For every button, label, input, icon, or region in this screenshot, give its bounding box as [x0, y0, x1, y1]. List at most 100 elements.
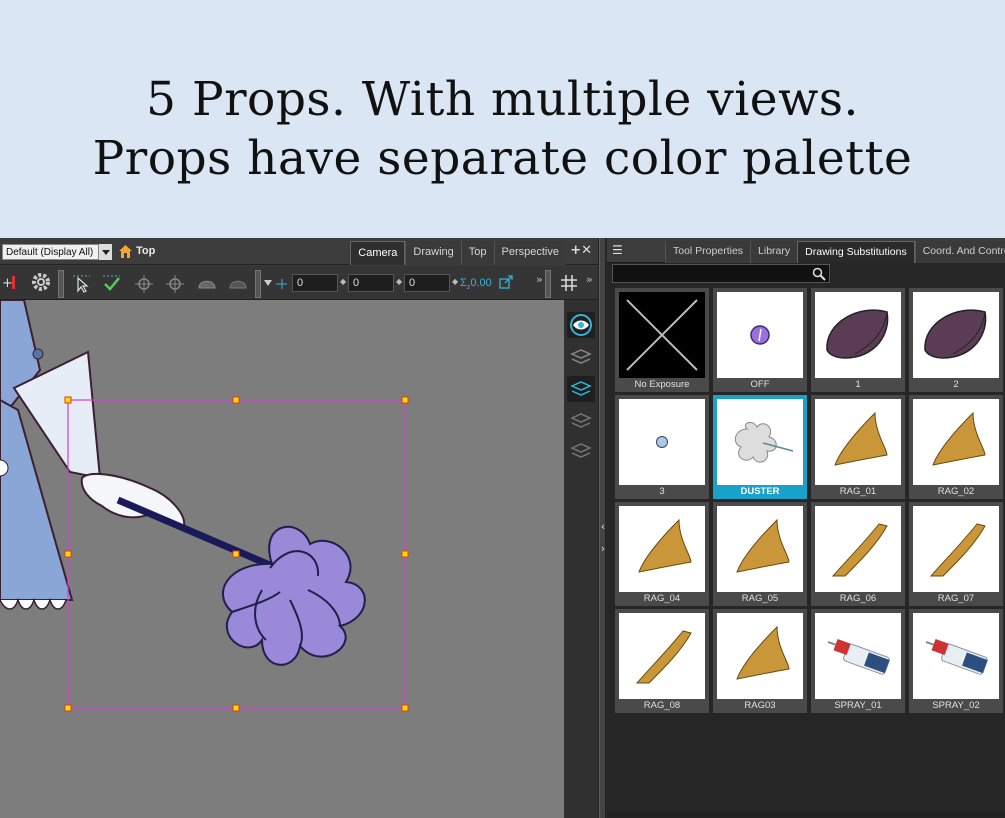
tab-drawing-substitutions[interactable]: Drawing Substitutions: [797, 241, 915, 263]
rag-thin-thumbnail[interactable]: [619, 613, 705, 699]
toolbar-overflow-icon[interactable]: »: [536, 273, 543, 286]
drawing-item-label: RAG_01: [839, 486, 877, 497]
drawing-item[interactable]: SPRAY_02: [909, 609, 1003, 713]
search-input[interactable]: [612, 264, 830, 283]
x-icon-thumbnail[interactable]: [619, 292, 705, 378]
drawing-item[interactable]: SPRAY_01: [811, 609, 905, 713]
z-spinner-icon[interactable]: ◆: [452, 277, 458, 286]
camera-view-panel: Default (Display All) Top Camera Drawing…: [0, 238, 598, 818]
gear-icon[interactable]: [31, 272, 51, 292]
spray-thumbnail[interactable]: [815, 613, 901, 699]
drawing-item[interactable]: RAG_04: [615, 502, 709, 606]
drawing-item[interactable]: RAG03: [713, 609, 807, 713]
drawing-item-label: RAG03: [744, 700, 776, 711]
tab-tool-properties[interactable]: Tool Properties: [665, 241, 751, 263]
drawing-item[interactable]: RAG_02: [909, 395, 1003, 499]
rag-thin-thumbnail[interactable]: [913, 506, 999, 592]
x-position-field[interactable]: 0: [292, 274, 338, 292]
select-tool-icon[interactable]: [72, 274, 92, 294]
layers-icon-l[interactable]: [567, 376, 595, 402]
caption-banner: 5 Props. With multiple views. Props have…: [0, 0, 1005, 238]
apply-check-icon[interactable]: [102, 274, 122, 294]
drawing-item-label: 2: [953, 379, 959, 390]
tab-library[interactable]: Library: [750, 241, 798, 263]
tab-coord-and-control[interactable]: Coord. And Control: [914, 241, 1005, 263]
drawing-substitutions-panel: ☰ Tool Properties Library Drawing Substi…: [607, 238, 1005, 818]
drawing-item-label: 3: [659, 486, 665, 497]
search-icon[interactable]: [812, 267, 826, 281]
caption-line-1: 5 Props. With multiple views.: [146, 72, 859, 127]
drawing-item-label: DUSTER: [740, 486, 780, 497]
eye-icon[interactable]: [567, 312, 595, 338]
rag-thumbnail[interactable]: [913, 399, 999, 485]
duster-thumbnail[interactable]: [717, 399, 803, 485]
view-name-label: Top: [136, 245, 156, 257]
layers-icon-u[interactable]: [567, 438, 595, 464]
display-dropdown[interactable]: Default (Display All): [2, 244, 112, 260]
snap-icon[interactable]: [165, 274, 185, 294]
tab-top[interactable]: Top: [460, 241, 494, 265]
y-position-field[interactable]: 0: [348, 274, 394, 292]
tab-camera[interactable]: Camera: [350, 241, 406, 265]
lock-aspect-icon[interactable]: [498, 274, 514, 290]
z-depth-number: 0.00: [470, 277, 492, 289]
caption-line-2: Props have separate color palette: [92, 131, 913, 186]
onion-skin-icon[interactable]: [196, 274, 218, 294]
add-close-view-icon[interactable]: +✕: [570, 243, 592, 258]
drawing-item-label: RAG_08: [643, 700, 681, 711]
tab-drawing[interactable]: Drawing: [405, 241, 461, 265]
view-tabs: Camera Drawing Top Perspective: [350, 241, 566, 265]
rag-thumbnail[interactable]: [619, 506, 705, 592]
drawing-item-label: RAG_06: [839, 593, 877, 604]
home-icon[interactable]: [118, 244, 133, 259]
drawing-canvas[interactable]: [0, 300, 564, 818]
collapse-right-icon[interactable]: ›: [599, 542, 607, 556]
grid-icon[interactable]: [560, 274, 578, 292]
y-spinner-icon[interactable]: ◆: [396, 277, 402, 286]
drawing-item[interactable]: 2: [909, 288, 1003, 392]
panel-menu-icon[interactable]: ☰: [612, 243, 623, 257]
drawing-item-label: RAG_07: [937, 593, 975, 604]
collapse-left-icon[interactable]: ‹: [599, 520, 607, 534]
x-spinner-icon[interactable]: ◆: [340, 277, 346, 286]
rag-thumbnail[interactable]: [717, 506, 803, 592]
rag-thin-thumbnail[interactable]: [815, 506, 901, 592]
chevron-down-icon[interactable]: [98, 244, 112, 260]
drawing-item[interactable]: RAG_06: [811, 502, 905, 606]
drawing-item[interactable]: OFF: [713, 288, 807, 392]
panel-footer: [607, 812, 1005, 818]
panel-tabs: Tool Properties Library Drawing Substitu…: [665, 241, 1005, 263]
rotate-dropdown-icon[interactable]: [264, 278, 288, 290]
panel-splitter[interactable]: ‹ ›: [598, 238, 606, 818]
rag-thumbnail[interactable]: [815, 399, 901, 485]
drawing-item[interactable]: DUSTER: [713, 395, 807, 499]
drawing-item[interactable]: RAG_01: [811, 395, 905, 499]
tab-perspective[interactable]: Perspective: [493, 241, 566, 265]
drawing-item-label: RAG_05: [741, 593, 779, 604]
light-table-icon[interactable]: [227, 274, 249, 294]
spray-thumbnail[interactable]: [913, 613, 999, 699]
dot-blue-thumbnail[interactable]: [619, 399, 705, 485]
drawing-item[interactable]: 1: [811, 288, 905, 392]
layers-icon-0[interactable]: [567, 344, 595, 370]
bowl-purple-thumbnail[interactable]: [913, 292, 999, 378]
drawing-item[interactable]: 3: [615, 395, 709, 499]
drawing-item[interactable]: RAG_07: [909, 502, 1003, 606]
view-mode-strip: [564, 300, 598, 818]
dot-purple-thumbnail[interactable]: [717, 292, 803, 378]
rag-thumbnail[interactable]: [717, 613, 803, 699]
toolbar-overflow-icon-2[interactable]: »: [586, 273, 593, 286]
drawing-item[interactable]: RAG_08: [615, 609, 709, 713]
drawing-item-label: SPRAY_02: [932, 700, 980, 711]
page: 5 Props. With multiple views. Props have…: [0, 0, 1005, 818]
add-drawing-icon[interactable]: +: [2, 274, 18, 292]
layers-icon-c[interactable]: [567, 408, 595, 434]
viewer-toolbar: + 0 ◆ 0 ◆ 0 ◆ Σz0.00 » »: [0, 266, 598, 300]
drawing-item[interactable]: No Exposure: [615, 288, 709, 392]
pivot-icon[interactable]: [134, 274, 154, 294]
panel-header: ☰ Tool Properties Library Drawing Substi…: [607, 238, 1005, 263]
bowl-purple-thumbnail[interactable]: [815, 292, 901, 378]
drawing-item[interactable]: RAG_05: [713, 502, 807, 606]
drawing-item-label: RAG_04: [643, 593, 681, 604]
z-position-field[interactable]: 0: [404, 274, 450, 292]
